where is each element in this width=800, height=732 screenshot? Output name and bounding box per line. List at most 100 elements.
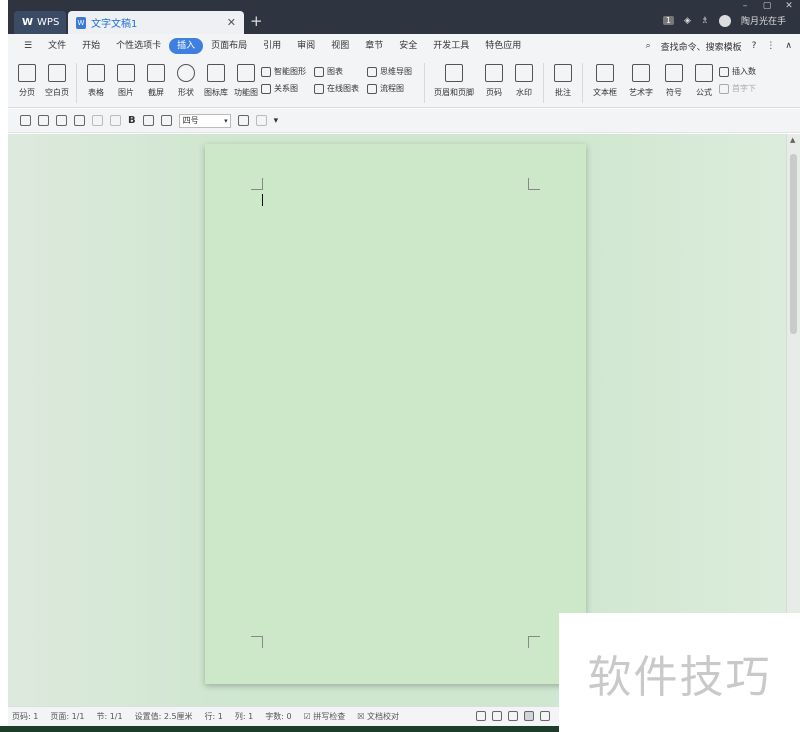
menu-developer[interactable]: 开发工具 bbox=[425, 38, 477, 54]
menu-insert[interactable]: 插入 bbox=[169, 38, 204, 54]
shirt-icon[interactable]: ♗ bbox=[701, 16, 709, 26]
search-icon[interactable]: ⌕ bbox=[646, 41, 651, 51]
mindmap-icon bbox=[367, 66, 377, 77]
mindmap-button[interactable]: 思维导图 bbox=[367, 66, 412, 77]
read-mode-icon[interactable] bbox=[492, 711, 502, 721]
document-page[interactable] bbox=[205, 144, 586, 684]
table-grid-icon[interactable] bbox=[255, 115, 267, 126]
close-tab-icon[interactable]: ✕ bbox=[227, 16, 236, 29]
insert-ribbon: 分页 空白页 表格 图片 截屏 形状 图标库 功能图 智能图形 关系图 图表 在… bbox=[8, 58, 800, 108]
status-word-count[interactable]: 字数: 0 bbox=[265, 711, 291, 722]
wordart-button[interactable]: 艺术字 bbox=[623, 64, 659, 98]
help-icon[interactable]: ? bbox=[752, 41, 757, 51]
menu-references[interactable]: 引用 bbox=[255, 38, 289, 54]
doc-proof-button[interactable]: ☒ 文档校对 bbox=[357, 711, 399, 722]
textbox-button[interactable]: 文本框 bbox=[587, 64, 623, 98]
symbol-button[interactable]: 符号 bbox=[659, 64, 689, 98]
window-controls: – ▢ ✕ bbox=[734, 0, 800, 12]
shape-button[interactable]: 形状 bbox=[171, 64, 201, 98]
minimize-button[interactable]: – bbox=[734, 0, 756, 12]
online-chart-icon bbox=[314, 83, 324, 94]
text-cursor bbox=[262, 194, 263, 206]
margin-corner-bottom-right bbox=[528, 636, 540, 648]
more-icon[interactable]: ⋮ bbox=[766, 41, 775, 51]
edit-mode-icon[interactable] bbox=[508, 711, 518, 721]
search-command[interactable]: 查找命令、搜索模板 bbox=[661, 40, 742, 53]
online-chart-button[interactable]: 在线图表 bbox=[314, 83, 359, 94]
blank-page-button[interactable]: 空白页 bbox=[42, 64, 72, 98]
menu-review[interactable]: 审阅 bbox=[289, 38, 323, 54]
relation-button[interactable]: 关系图 bbox=[261, 83, 306, 94]
customize-toolbar-icon[interactable]: ▾ bbox=[274, 116, 279, 126]
wps-logo-icon: W bbox=[22, 17, 34, 28]
wps-app-tab[interactable]: W WPS bbox=[14, 11, 66, 34]
picture-button[interactable]: 图片 bbox=[111, 64, 141, 98]
document-tab-title: 文字文稿1 bbox=[91, 19, 138, 30]
status-page-number[interactable]: 页码: 1 bbox=[12, 711, 38, 722]
bold-button[interactable]: B bbox=[128, 115, 136, 126]
undo-icon[interactable] bbox=[92, 115, 103, 126]
status-setting[interactable]: 设置值: 2.5厘米 bbox=[135, 711, 193, 722]
status-pages[interactable]: 页面: 1/1 bbox=[50, 711, 84, 722]
icon-library-button[interactable]: 图标库 bbox=[201, 64, 231, 98]
watermark-button[interactable]: 水印 bbox=[509, 64, 539, 98]
screenshot-button[interactable]: 截屏 bbox=[141, 64, 171, 98]
font-size-select[interactable]: 四号 bbox=[178, 113, 231, 128]
new-tab-button[interactable]: + bbox=[250, 12, 263, 30]
menu-custom-tab[interactable]: 个性选项卡 bbox=[108, 38, 169, 54]
smart-group: 智能图形 关系图 bbox=[261, 66, 306, 94]
drop-cap-button[interactable]: 首字下 bbox=[719, 83, 756, 94]
titlebar-right: 1 ◈ ♗ 陶月光在手 bbox=[662, 14, 786, 27]
table-button[interactable]: 表格 bbox=[81, 64, 111, 98]
status-section[interactable]: 节: 1/1 bbox=[96, 711, 122, 722]
menu-security[interactable]: 安全 bbox=[391, 38, 425, 54]
maximize-button[interactable]: ▢ bbox=[756, 0, 778, 12]
scroll-up-icon[interactable]: ▲ bbox=[790, 136, 795, 144]
font-grow-icon[interactable] bbox=[160, 115, 172, 126]
menu-page-layout[interactable]: 页面布局 bbox=[203, 38, 255, 54]
menu-view[interactable]: 视图 bbox=[323, 38, 357, 54]
find-replace-icon[interactable] bbox=[237, 115, 249, 126]
ribbon-separator bbox=[543, 63, 544, 103]
formula-button[interactable]: 公式 bbox=[689, 64, 719, 98]
skin-icon[interactable]: ◈ bbox=[684, 16, 691, 26]
print-preview-icon[interactable] bbox=[74, 115, 85, 126]
scrollbar-thumb[interactable] bbox=[790, 154, 797, 334]
close-window-button[interactable]: ✕ bbox=[778, 0, 800, 12]
hamburger-menu-icon[interactable]: ☰ bbox=[16, 38, 40, 54]
save-icon[interactable] bbox=[20, 115, 31, 126]
function-chart-button[interactable]: 功能图 bbox=[231, 64, 261, 98]
menu-special[interactable]: 特色应用 bbox=[477, 38, 529, 54]
print-icon[interactable] bbox=[56, 115, 67, 126]
page-badge[interactable]: 1 bbox=[662, 16, 674, 25]
outline-view-icon[interactable] bbox=[540, 711, 550, 721]
menu-start[interactable]: 开始 bbox=[74, 38, 108, 54]
header-footer-button[interactable]: 页眉和页脚 bbox=[429, 64, 479, 98]
smart-shape-icon bbox=[261, 66, 271, 77]
redo-icon[interactable] bbox=[110, 115, 121, 126]
quick-access-toolbar: B 四号 ▾ bbox=[8, 109, 800, 133]
insert-number-button[interactable]: 插入数 bbox=[719, 66, 756, 77]
comment-button[interactable]: 批注 bbox=[548, 64, 578, 98]
format-painter-icon[interactable] bbox=[38, 115, 49, 126]
collapse-ribbon-icon[interactable]: ∧ bbox=[785, 41, 792, 51]
relation-icon bbox=[261, 83, 271, 94]
chart-button[interactable]: 图表 bbox=[314, 66, 359, 77]
align-center-icon[interactable] bbox=[142, 115, 154, 126]
smart-shape-button[interactable]: 智能图形 bbox=[261, 66, 306, 77]
avatar[interactable] bbox=[718, 14, 731, 27]
menu-file[interactable]: 文件 bbox=[40, 38, 74, 54]
fullscreen-icon[interactable] bbox=[476, 711, 486, 721]
flowchart-button[interactable]: 流程图 bbox=[367, 83, 412, 94]
page-view-icon[interactable] bbox=[524, 711, 534, 721]
menu-chapter[interactable]: 章节 bbox=[357, 38, 391, 54]
document-tab[interactable]: W 文字文稿1 ✕ bbox=[68, 11, 244, 34]
status-row[interactable]: 行: 1 bbox=[205, 711, 223, 722]
drop-cap-icon bbox=[719, 83, 729, 94]
spell-check-button[interactable]: ☑ 拼写检查 bbox=[304, 711, 346, 722]
user-name[interactable]: 陶月光在手 bbox=[741, 14, 786, 27]
status-column[interactable]: 列: 1 bbox=[235, 711, 253, 722]
margin-corner-top-left bbox=[251, 178, 263, 190]
page-number-button[interactable]: 页码 bbox=[479, 64, 509, 98]
page-break-button[interactable]: 分页 bbox=[12, 64, 42, 98]
